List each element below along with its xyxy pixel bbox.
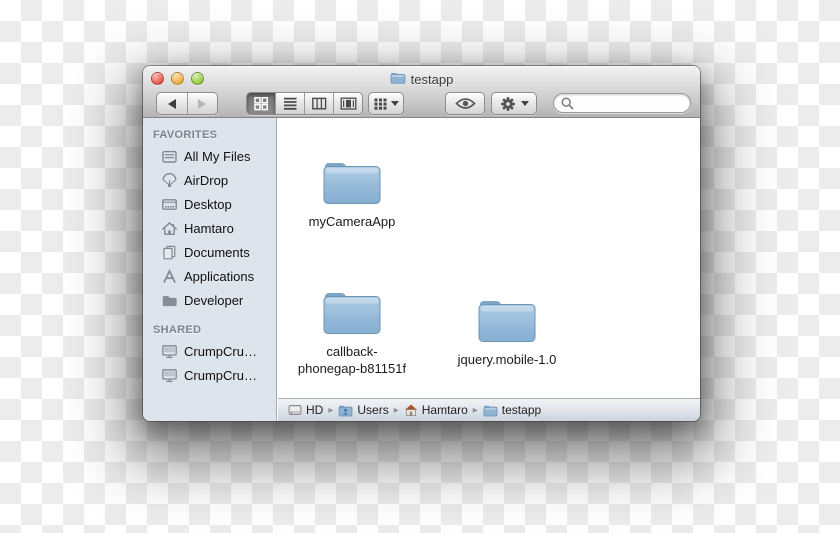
- coverflow-view-icon: [340, 97, 356, 110]
- folder-contents-area[interactable]: myCameraApp callback- phonegap-b81151f j…: [278, 118, 700, 398]
- search-field-container: [553, 93, 691, 113]
- icon-view-icon: [254, 97, 268, 111]
- path-item-users[interactable]: Users: [338, 403, 389, 417]
- sidebar-item-label: Desktop: [184, 196, 232, 212]
- folder-icon: [323, 163, 381, 204]
- sidebar-item-documents[interactable]: Documents: [143, 240, 276, 264]
- coverflow-view-button[interactable]: [333, 93, 362, 114]
- quick-look-button[interactable]: [445, 92, 485, 115]
- folder-label: jquery.mobile-1.0: [457, 352, 557, 367]
- users-folder-icon: [338, 405, 353, 416]
- window-title: testapp: [410, 71, 454, 87]
- path-item-hd[interactable]: HD: [288, 403, 323, 417]
- documents-icon: [160, 244, 178, 261]
- airdrop-icon: [160, 172, 178, 189]
- gear-icon: [500, 96, 515, 111]
- path-separator: ▸: [328, 404, 334, 416]
- column-view-icon: [312, 97, 327, 110]
- path-bar: HD ▸ Users ▸ Hamtaro ▸ testapp: [278, 398, 700, 421]
- column-view-button[interactable]: [304, 93, 333, 114]
- sidebar-item-label: CrumpCru…: [184, 343, 257, 359]
- sidebar-item-shared-computer-2[interactable]: CrumpCru…: [143, 363, 276, 387]
- folder-icon: [478, 301, 536, 342]
- applications-icon: [160, 268, 178, 285]
- home-icon: [404, 404, 417, 416]
- sidebar-section-shared: SHARED: [153, 324, 202, 336]
- folder-item-callback-phonegap[interactable]: callback- phonegap-b81151f: [290, 285, 414, 377]
- folder-item-mycameraapp[interactable]: myCameraApp: [290, 155, 414, 230]
- path-item-hamtaro[interactable]: Hamtaro: [404, 403, 468, 417]
- sidebar-item-label: Documents: [184, 244, 250, 260]
- transparency-checkerboard-background: testapp FAVORITES All My Files AirDrop D…: [0, 0, 840, 533]
- path-separator: ▸: [472, 404, 478, 416]
- sidebar-item-label: AirDrop: [184, 172, 229, 188]
- sidebar-item-desktop[interactable]: Desktop: [143, 192, 276, 216]
- window-title-area: testapp: [143, 71, 700, 87]
- folder-item-jquery-mobile[interactable]: jquery.mobile-1.0: [445, 293, 569, 368]
- sidebar-item-developer[interactable]: Developer: [143, 288, 276, 312]
- display-icon: [160, 367, 178, 384]
- drive-icon: [288, 405, 302, 415]
- action-button[interactable]: [491, 92, 537, 115]
- display-icon: [160, 343, 178, 360]
- navigation-buttons: [156, 92, 218, 115]
- path-separator: ▸: [393, 404, 399, 416]
- folder-icon: [483, 405, 498, 416]
- sidebar: FAVORITES All My Files AirDrop Desktop H…: [143, 118, 277, 421]
- sidebar-item-label: Applications: [184, 268, 255, 284]
- list-view-icon: [284, 97, 297, 110]
- search-input[interactable]: [578, 96, 682, 110]
- path-item-testapp[interactable]: testapp: [483, 403, 541, 417]
- chevron-down-icon: [390, 101, 399, 106]
- home-icon: [160, 220, 178, 237]
- forward-arrow-icon: [198, 98, 207, 109]
- icon-view-button[interactable]: [247, 93, 275, 114]
- finder-window: testapp FAVORITES All My Files AirDrop D…: [143, 66, 700, 421]
- arrange-grid-icon: [374, 98, 386, 110]
- sidebar-item-label: Hamtaro: [184, 220, 234, 236]
- list-view-button[interactable]: [275, 93, 304, 114]
- sidebar-item-label: Developer: [184, 292, 244, 308]
- folder-label: myCameraApp: [308, 214, 396, 229]
- folder-label: callback- phonegap-b81151f: [297, 344, 407, 376]
- desktop-icon: [160, 196, 178, 213]
- sidebar-section-favorites: FAVORITES: [153, 129, 218, 141]
- folder-icon: [160, 292, 178, 309]
- back-button[interactable]: [157, 93, 187, 114]
- magnifier-icon: [561, 97, 574, 110]
- all-my-files-icon: [160, 148, 178, 165]
- forward-button[interactable]: [188, 93, 218, 114]
- view-mode-control: [246, 92, 363, 115]
- sidebar-item-airdrop[interactable]: AirDrop: [143, 168, 276, 192]
- folder-icon: [390, 71, 406, 87]
- sidebar-item-all-my-files[interactable]: All My Files: [143, 144, 276, 168]
- back-arrow-icon: [167, 98, 176, 109]
- arrange-button[interactable]: [368, 92, 404, 115]
- folder-icon: [323, 293, 381, 334]
- sidebar-item-shared-computer-1[interactable]: CrumpCru…: [143, 339, 276, 363]
- sidebar-item-hamtaro[interactable]: Hamtaro: [143, 216, 276, 240]
- sidebar-item-label: CrumpCru…: [184, 367, 257, 383]
- eye-icon: [454, 98, 476, 109]
- sidebar-item-label: All My Files: [184, 148, 251, 164]
- sidebar-item-applications[interactable]: Applications: [143, 264, 276, 288]
- title-bar[interactable]: testapp: [143, 66, 700, 118]
- chevron-down-icon: [520, 101, 529, 106]
